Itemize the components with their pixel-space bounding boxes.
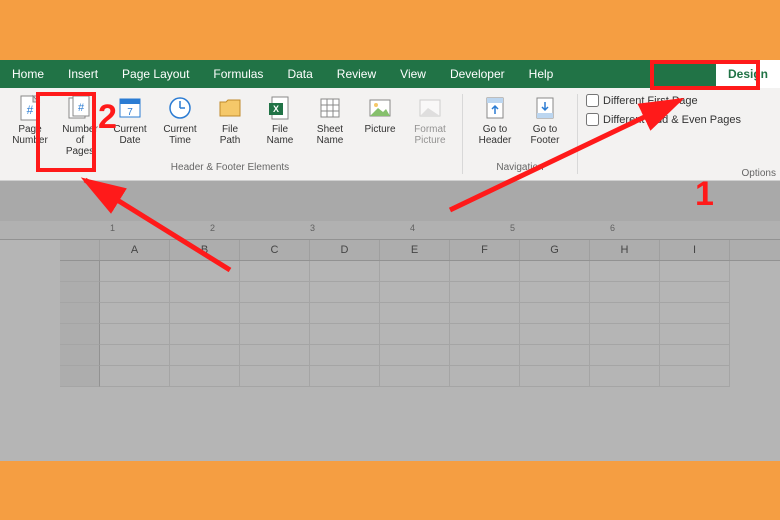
picture-icon	[365, 93, 395, 123]
group-label-options: Options	[742, 168, 776, 179]
tab-formulas[interactable]: Formulas	[201, 60, 275, 88]
ribbon-panel: # PageNumber # Number ofPages 7 CurrentD…	[0, 88, 780, 181]
sheet-icon	[315, 93, 345, 123]
file-path-button[interactable]: FilePath	[206, 90, 254, 160]
svg-text:7: 7	[127, 107, 133, 118]
table-row[interactable]	[60, 261, 780, 282]
column-headers[interactable]: ABCDEFGHI	[60, 240, 780, 261]
tab-data[interactable]: Data	[275, 60, 324, 88]
different-odd-even-checkbox[interactable]: Different Odd & Even Pages	[586, 113, 741, 126]
group-header-footer-elements: # PageNumber # Number ofPages 7 CurrentD…	[0, 88, 460, 180]
page-number-icon: #	[15, 93, 45, 123]
sheet-name-button[interactable]: SheetName	[306, 90, 354, 160]
table-row[interactable]	[60, 303, 780, 324]
tab-view[interactable]: View	[388, 60, 438, 88]
worksheet-area: 1 2 3 4 5 6 ABCDEFGHI	[0, 181, 780, 461]
excel-file-icon: X	[265, 93, 295, 123]
table-row[interactable]	[60, 282, 780, 303]
number-of-pages-button[interactable]: # Number ofPages	[56, 90, 104, 160]
go-to-footer-button[interactable]: Go toFooter	[521, 90, 569, 160]
table-row[interactable]	[60, 366, 780, 387]
format-picture-icon	[415, 93, 445, 123]
calendar-icon: 7	[115, 93, 145, 123]
tab-page-layout[interactable]: Page Layout	[110, 60, 201, 88]
picture-button[interactable]: Picture	[356, 90, 404, 160]
group-label-hf-elements: Header & Footer Elements	[171, 160, 289, 174]
tab-review[interactable]: Review	[325, 60, 388, 88]
table-row[interactable]	[60, 345, 780, 366]
group-label-navigation: Navigation	[496, 160, 543, 174]
group-options: Different First Page Different Odd & Eve…	[580, 88, 747, 180]
go-to-header-button[interactable]: Go toHeader	[471, 90, 519, 160]
number-of-pages-icon: #	[65, 93, 95, 123]
go-to-footer-icon	[530, 93, 560, 123]
different-first-page-checkbox[interactable]: Different First Page	[586, 94, 741, 107]
folder-icon	[215, 93, 245, 123]
horizontal-ruler: 1 2 3 4 5 6	[0, 221, 780, 240]
separator	[577, 94, 578, 174]
callout-number-2: 2	[98, 98, 117, 137]
tab-home[interactable]: Home	[0, 60, 56, 88]
svg-text:#: #	[27, 103, 34, 117]
group-navigation: Go toHeader Go toFooter Navigation	[465, 88, 575, 180]
table-row[interactable]	[60, 324, 780, 345]
file-name-button[interactable]: X FileName	[256, 90, 304, 160]
ribbon-tabbar: Home Insert Page Layout Formulas Data Re…	[0, 60, 780, 88]
tab-insert[interactable]: Insert	[56, 60, 110, 88]
format-picture-button[interactable]: FormatPicture	[406, 90, 454, 160]
callout-number-1: 1	[695, 175, 714, 214]
svg-text:#: #	[78, 102, 85, 114]
current-time-button[interactable]: CurrentTime	[156, 90, 204, 160]
separator	[462, 94, 463, 174]
clock-icon	[165, 93, 195, 123]
page-number-button[interactable]: # PageNumber	[6, 90, 54, 160]
tab-design[interactable]: Design	[716, 60, 780, 88]
svg-text:X: X	[273, 104, 279, 114]
go-to-header-icon	[480, 93, 510, 123]
tab-help[interactable]: Help	[517, 60, 566, 88]
tab-developer[interactable]: Developer	[438, 60, 517, 88]
